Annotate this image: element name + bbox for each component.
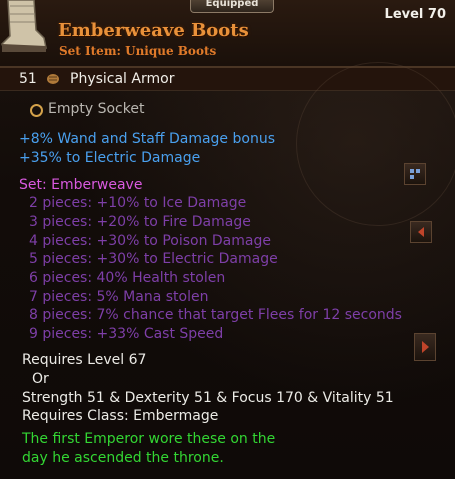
flavor-text: day he ascended the throne.	[22, 450, 224, 466]
socket-ring-icon	[30, 104, 43, 117]
armor-label: Physical Armor	[70, 71, 175, 87]
set-piece-line: 9 pieces: +33% Cast Speed	[29, 326, 224, 342]
armor-fist-icon	[47, 74, 59, 84]
set-piece-line: 5 pieces: +30% to Electric Damage	[29, 251, 278, 267]
set-piece-line: 4 pieces: +30% to Poison Damage	[29, 233, 271, 249]
boot-icon	[1, 0, 47, 52]
bonus-line: +8% Wand and Staff Damage bonus	[19, 131, 275, 147]
set-piece-line: 8 pieces: 7% chance that target Flees fo…	[29, 307, 402, 323]
requires-level: Requires Level 67	[22, 352, 147, 368]
grid-icon[interactable]	[404, 163, 426, 185]
item-tooltip: Equipped Emberweave Boots Set Item: Uniq…	[0, 0, 455, 479]
equipped-tab[interactable]: Equipped	[190, 0, 274, 13]
requires-or: Or	[32, 371, 49, 387]
item-type: Set Item: Unique Boots	[59, 44, 217, 58]
requires-stats: Strength 51 & Dexterity 51 & Focus 170 &…	[22, 390, 394, 406]
set-piece-line: 3 pieces: +20% to Fire Damage	[29, 214, 251, 230]
arrow-right-icon[interactable]	[414, 333, 436, 361]
decorative-ring	[296, 62, 455, 226]
requires-class: Requires Class: Embermage	[22, 408, 219, 424]
item-name: Emberweave Boots	[58, 20, 249, 41]
set-piece-line: 6 pieces: 40% Health stolen	[29, 270, 226, 286]
set-title: Set: Emberweave	[19, 177, 143, 193]
tooltip-header: Equipped Emberweave Boots Set Item: Uniq…	[0, 0, 455, 68]
bonus-line: +35% to Electric Damage	[19, 150, 201, 166]
item-level: Level 70	[384, 7, 446, 22]
flavor-text: The first Emperor wore these on the	[22, 431, 276, 447]
set-piece-line: 7 pieces: 5% Mana stolen	[29, 289, 209, 305]
set-piece-line: 2 pieces: +10% to Ice Damage	[29, 195, 247, 211]
armor-value: 51	[19, 71, 37, 87]
arrow-left-icon[interactable]	[410, 221, 432, 243]
socket-label: Empty Socket	[48, 101, 145, 117]
